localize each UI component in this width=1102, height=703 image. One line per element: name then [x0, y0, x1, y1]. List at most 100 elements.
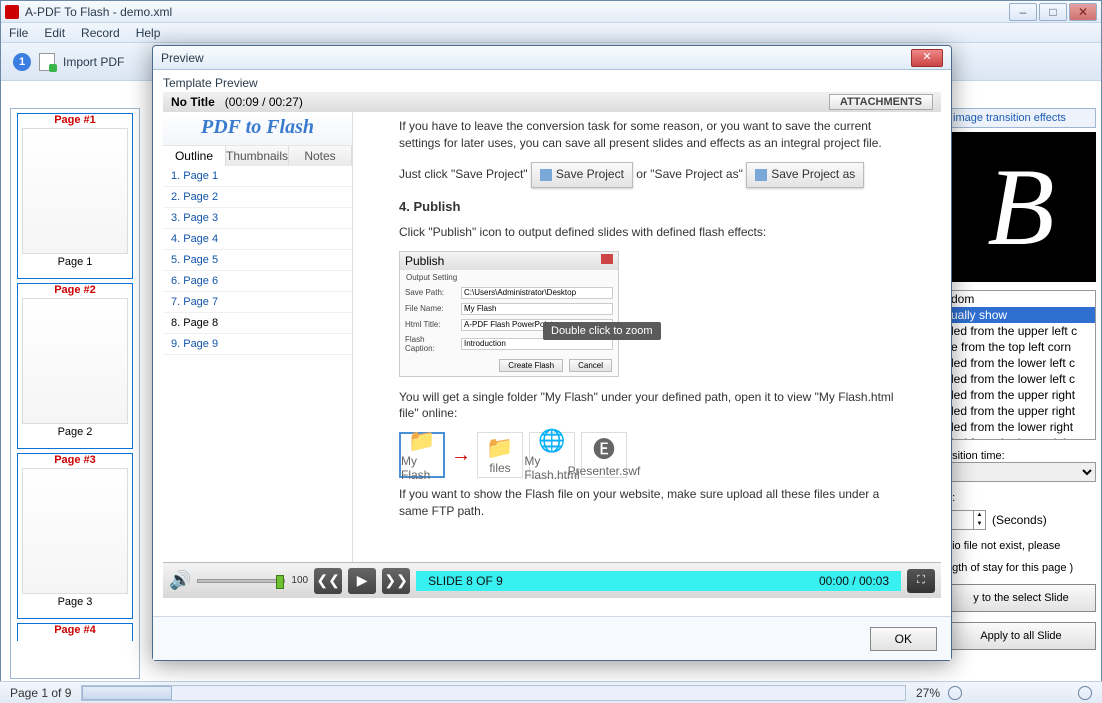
apply-all-slide-button[interactable]: Apply to all Slide	[946, 622, 1096, 650]
doc-or: or "Save Project as"	[636, 167, 743, 181]
tab-notes[interactable]: Notes	[289, 146, 352, 166]
page-list-item[interactable]: 8. Page 8	[163, 313, 352, 334]
menu-help[interactable]: Help	[136, 26, 161, 40]
logo-text: PDF to Flash	[163, 112, 352, 146]
dialog-footer: OK	[153, 616, 951, 660]
page-list-item[interactable]: 1. Page 1	[163, 166, 352, 187]
seconds-spinner[interactable]: ▲▼	[946, 510, 986, 530]
effect-item[interactable]: led from the lower right	[947, 435, 1095, 440]
disk-icon	[755, 169, 767, 181]
save-project-button[interactable]: Save Project	[531, 162, 633, 188]
close-icon	[601, 254, 613, 264]
attachments-button[interactable]: ATTACHMENTS	[829, 94, 933, 110]
effect-item[interactable]: led from the lower left c	[947, 355, 1095, 371]
player-bar: 🔊 100 ❮❮ ▶ ❯❯ SLIDE 8 OF 9 00:00 / 00:03…	[163, 562, 941, 598]
time-label: e:	[946, 492, 1096, 504]
thumb-preview	[22, 128, 128, 254]
tab-outline[interactable]: Outline	[163, 146, 226, 166]
thumb-2[interactable]: Page #2 Page 2	[17, 283, 133, 449]
menu-edit[interactable]: Edit	[44, 26, 65, 40]
thumb-footer: Page 2	[18, 426, 132, 438]
page-list-item[interactable]: 9. Page 9	[163, 334, 352, 355]
page-indicator: Page 1 of 9	[10, 686, 71, 700]
player-play-button[interactable]: ▶	[348, 568, 376, 594]
page-list-item[interactable]: 5. Page 5	[163, 250, 352, 271]
outline-tabs: Outline Thumbnails Notes	[163, 146, 352, 166]
note-1: dio file not exist, please	[946, 540, 1096, 552]
maximize-button[interactable]: □	[1039, 3, 1067, 21]
page-list-item[interactable]: 3. Page 3	[163, 208, 352, 229]
fullscreen-button[interactable]: ⛶	[907, 569, 935, 593]
template-preview-label: Template Preview	[163, 76, 941, 90]
output-icons: 📁My Flash → 📁files 🌐My Flash.html 🅔Prese…	[399, 432, 895, 478]
effects-header: image transition effects	[946, 108, 1096, 128]
page-thumbnails-pane: Page #1 Page 1 Page #2 Page 2 Page #3 Pa…	[10, 108, 140, 679]
thumb-3[interactable]: Page #3 Page 3	[17, 453, 133, 619]
swf-file-icon: 🅔Presenter.swf	[581, 432, 627, 478]
dialog-title: Preview	[161, 51, 911, 65]
doc-just: Just click "Save Project"	[399, 167, 528, 181]
player-next-button[interactable]: ❯❯	[382, 568, 410, 594]
publish-section: Output Setting	[400, 270, 618, 285]
page-list-item[interactable]: 6. Page 6	[163, 271, 352, 292]
effect-item[interactable]: led from the lower right	[947, 419, 1095, 435]
volume-value: 100	[291, 575, 308, 586]
publish-field	[461, 303, 613, 315]
effect-item[interactable]: e from the top left corn	[947, 339, 1095, 355]
player-prev-button[interactable]: ❮❮	[314, 568, 342, 594]
titlebar: A-PDF To Flash - demo.xml – □ ✕	[1, 1, 1101, 23]
tab-thumbnails[interactable]: Thumbnails	[226, 146, 289, 166]
effect-item[interactable]: ually show	[947, 307, 1095, 323]
page-list-item[interactable]: 2. Page 2	[163, 187, 352, 208]
effect-item[interactable]: led from the upper left c	[947, 323, 1095, 339]
create-flash-button: Create Flash	[499, 359, 563, 372]
transition-select[interactable]	[946, 462, 1096, 482]
preview-time: (00:09 / 00:27)	[225, 95, 303, 109]
effects-list[interactable]: domually showled from the upper left ce …	[946, 290, 1096, 440]
outline-panel: PDF to Flash Outline Thumbnails Notes 1.…	[163, 112, 353, 562]
effect-item[interactable]: led from the lower left c	[947, 371, 1095, 387]
doc-p3: You will get a single folder "My Flash" …	[399, 389, 895, 423]
ok-button[interactable]: OK	[870, 627, 937, 651]
slide-counter: SLIDE 8 OF 9	[428, 574, 503, 588]
page-list: 1. Page 12. Page 23. Page 34. Page 45. P…	[163, 166, 352, 355]
thumb-4[interactable]: Page #4	[17, 623, 133, 641]
import-pdf-icon[interactable]	[39, 53, 55, 71]
folder-myflash-icon: 📁My Flash	[399, 432, 445, 478]
menu-record[interactable]: Record	[81, 26, 120, 40]
page-list-item[interactable]: 7. Page 7	[163, 292, 352, 313]
save-project-as-button[interactable]: Save Project as	[746, 162, 864, 188]
thumb-1[interactable]: Page #1 Page 1	[17, 113, 133, 279]
dialog-close-button[interactable]: ✕	[911, 49, 943, 67]
h-scrollbar[interactable]	[81, 685, 906, 701]
step-badge: 1	[13, 53, 31, 71]
window-title: A-PDF To Flash - demo.xml	[25, 5, 1009, 19]
folder-files-icon: 📁files	[477, 432, 523, 478]
progress-bar[interactable]: SLIDE 8 OF 9 00:00 / 00:03	[416, 571, 901, 591]
menu-file[interactable]: File	[9, 26, 28, 40]
volume-icon[interactable]: 🔊	[169, 570, 191, 591]
close-button[interactable]: ✕	[1069, 3, 1097, 21]
arrow-icon: →	[451, 444, 471, 467]
thumb-header: Page #3	[18, 454, 132, 466]
minimize-button[interactable]: –	[1009, 3, 1037, 21]
effect-item[interactable]: dom	[947, 291, 1095, 307]
thumb-footer: Page 3	[18, 596, 132, 608]
volume-slider[interactable]	[197, 579, 285, 583]
doc-p1: If you have to leave the conversion task…	[399, 118, 895, 152]
zoom-in-icon[interactable]	[1078, 686, 1092, 700]
effect-item[interactable]: led from the upper right	[947, 387, 1095, 403]
page-list-item[interactable]: 4. Page 4	[163, 229, 352, 250]
thumb-footer: Page 1	[18, 256, 132, 268]
dialog-titlebar: Preview ✕	[153, 46, 951, 70]
apply-select-slide-button[interactable]: y to the select Slide	[946, 584, 1096, 612]
menubar: File Edit Record Help	[1, 23, 1101, 43]
effect-item[interactable]: led from the upper right	[947, 403, 1095, 419]
transition-time-label: nsition time:	[946, 450, 1096, 462]
zoom-out-icon[interactable]	[948, 686, 962, 700]
note-2: ngth of stay for this page )	[946, 562, 1096, 574]
doc-p4: If you want to show the Flash file on yo…	[399, 486, 895, 520]
effect-preview: B	[946, 132, 1096, 282]
thumb-header: Page #1	[18, 114, 132, 126]
import-pdf-label[interactable]: Import PDF	[63, 55, 124, 69]
